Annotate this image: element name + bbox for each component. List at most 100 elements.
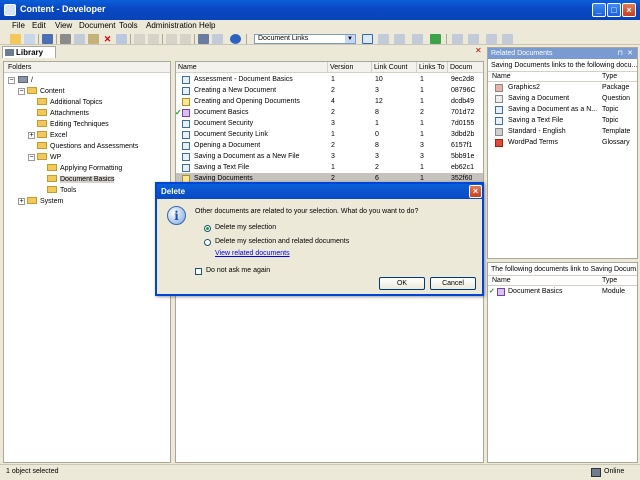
tree-node-content[interactable]: Content <box>27 86 65 97</box>
copy-icon[interactable] <box>74 34 85 44</box>
menu-view[interactable]: View <box>55 21 72 30</box>
layout-single-icon[interactable] <box>362 34 373 44</box>
delete-icon[interactable]: ✕ <box>102 34 113 44</box>
do-not-ask-label[interactable]: Do not ask me again <box>206 267 270 274</box>
tree-node-document-basics[interactable]: Document Basics <box>47 174 115 185</box>
related-description: Saving Documents links to the following … <box>488 59 637 72</box>
online-status: Online <box>604 468 625 475</box>
delete-related-label[interactable]: Delete my selection and related document… <box>215 238 349 245</box>
tree-node-wp[interactable]: WP <box>37 152 61 163</box>
column-name[interactable]: Name <box>176 62 328 73</box>
list-item[interactable]: Saving a Document as a N... Topic <box>488 104 637 115</box>
table-row[interactable]: ✓ Document Basics 2 8 2 701d72 <box>176 107 483 118</box>
status-bar: 1 object selected Online <box>0 464 640 480</box>
new-document-icon[interactable] <box>24 34 35 44</box>
column-link-count[interactable]: Link Count <box>372 62 417 73</box>
expander-content[interactable]: − <box>18 88 25 95</box>
cancel-button[interactable]: Cancel <box>430 277 476 290</box>
table-row[interactable]: Document Security 3 1 1 7d0155 <box>176 118 483 129</box>
chevron-down-icon[interactable]: ▼ <box>345 35 355 43</box>
close-button[interactable]: × <box>622 3 636 17</box>
menu-file[interactable]: File <box>12 21 25 30</box>
expand-icon[interactable] <box>166 34 177 44</box>
collapse-icon[interactable] <box>180 34 191 44</box>
view-combo[interactable]: Document Links ▼ <box>254 34 356 44</box>
layout-split-icon[interactable] <box>378 34 389 44</box>
expander-excel[interactable]: + <box>28 132 35 139</box>
table-row[interactable]: Creating a New Document 2 3 1 08796C <box>176 85 483 96</box>
table-row[interactable]: Creating and Opening Documents 4 12 1 dc… <box>176 96 483 107</box>
find-icon[interactable] <box>198 34 209 44</box>
tab-library[interactable]: Library <box>2 46 56 58</box>
publish-icon[interactable] <box>502 34 513 44</box>
folder-icon <box>27 197 37 204</box>
column-links-to[interactable]: Links To <box>417 62 448 73</box>
link-icon[interactable] <box>412 34 423 44</box>
dialog-message: Other documents are related to your sele… <box>195 208 419 215</box>
tree-node-system[interactable]: System <box>27 196 63 207</box>
table-row[interactable]: Saving a Document as a New File 3 3 3 5b… <box>176 151 483 162</box>
table-row[interactable]: Assessment - Document Basics 1 10 1 9ec2… <box>176 74 483 85</box>
do-not-ask-checkbox[interactable] <box>195 268 202 275</box>
list-item[interactable]: ✓ Document Basics Module <box>488 286 637 297</box>
check-out-icon[interactable] <box>468 34 479 44</box>
maximize-button[interactable]: □ <box>607 3 621 17</box>
column-version[interactable]: Version <box>328 62 372 73</box>
ok-button[interactable]: OK <box>379 277 425 290</box>
close-tab-icon[interactable]: ✕ <box>475 47 483 55</box>
table-row[interactable]: Saving a Text File 1 2 1 eb62c1 <box>176 162 483 173</box>
tree-node-excel[interactable]: Excel <box>37 130 67 141</box>
properties-icon[interactable] <box>116 34 127 44</box>
tree-node-questions[interactable]: Questions and Assessments <box>37 141 138 152</box>
minimize-button[interactable]: _ <box>592 3 606 17</box>
close-panel-icon[interactable]: ✕ <box>627 48 633 59</box>
tree-node-tools[interactable]: Tools <box>47 185 76 196</box>
list-item[interactable]: Graphics2 Package <box>488 82 637 93</box>
refresh-icon[interactable] <box>430 34 441 44</box>
folder-icon <box>37 131 47 138</box>
folder-icon <box>47 186 57 193</box>
tree-node-applying-formatting[interactable]: Applying Formatting <box>47 163 122 174</box>
column-doc-id[interactable]: Docum <box>448 62 483 73</box>
dialog-close-button[interactable]: × <box>469 185 482 198</box>
redo-icon[interactable] <box>148 34 159 44</box>
save-icon[interactable] <box>42 34 53 44</box>
menu-help[interactable]: Help <box>199 21 215 30</box>
glossary-icon <box>495 139 503 147</box>
tree-node-root[interactable]: / <box>18 75 33 86</box>
view-related-link[interactable]: View related documents <box>215 250 290 257</box>
delete-selection-label[interactable]: Delete my selection <box>215 224 276 231</box>
filter-icon[interactable] <box>212 34 223 44</box>
open-folder-icon[interactable] <box>10 34 21 44</box>
undo-icon[interactable] <box>134 34 145 44</box>
list-item[interactable]: Standard - English Template <box>488 126 637 137</box>
pin-icon[interactable]: ⊓ <box>618 48 623 59</box>
folder-icon <box>47 175 57 182</box>
menu-tools[interactable]: Tools <box>119 21 138 30</box>
list-item[interactable]: Saving a Document Question <box>488 93 637 104</box>
folder-icon <box>37 109 47 116</box>
upload-icon[interactable] <box>486 34 497 44</box>
paste-icon[interactable] <box>88 34 99 44</box>
tree-node-attachments[interactable]: Attachments <box>37 108 89 119</box>
table-row[interactable]: Opening a Document 2 8 3 6157f1 <box>176 140 483 151</box>
cut-icon[interactable] <box>60 34 71 44</box>
list-item[interactable]: Saving a Text File Topic <box>488 115 637 126</box>
menu-administration[interactable]: Administration <box>146 21 197 30</box>
expander-system[interactable]: + <box>18 198 25 205</box>
menu-edit[interactable]: Edit <box>32 21 46 30</box>
help-icon[interactable] <box>230 34 241 44</box>
layout-columns-icon[interactable] <box>394 34 405 44</box>
tree-node-additional-topics[interactable]: Additional Topics <box>37 97 102 108</box>
delete-selection-radio[interactable] <box>204 225 211 232</box>
library-icon <box>5 49 14 56</box>
expander-wp[interactable]: − <box>28 154 35 161</box>
delete-related-radio[interactable] <box>204 239 211 246</box>
list-item[interactable]: WordPad Terms Glossary <box>488 137 637 148</box>
related-documents-title: Related Documents ⊓ ✕ <box>488 48 637 59</box>
menu-document[interactable]: Document <box>79 21 115 30</box>
check-in-icon[interactable] <box>452 34 463 44</box>
table-row[interactable]: Document Security Link 1 0 1 3dbd2b <box>176 129 483 140</box>
tree-node-editing-techniques[interactable]: Editing Techniques <box>37 119 109 130</box>
expander-root[interactable]: − <box>8 77 15 84</box>
